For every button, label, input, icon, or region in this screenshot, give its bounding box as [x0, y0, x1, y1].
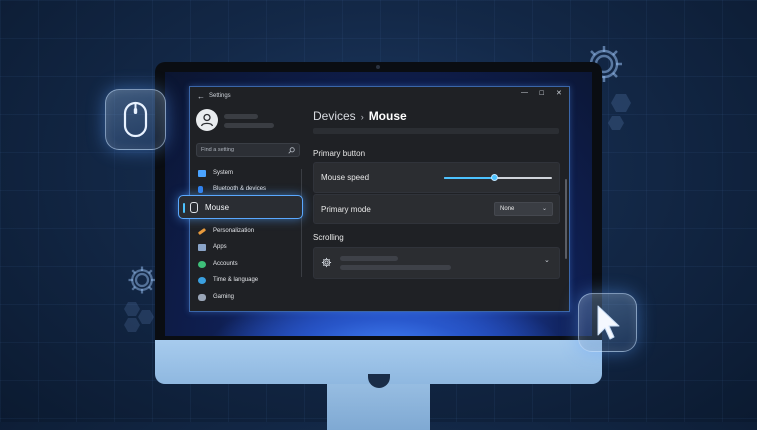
slider-fill [444, 177, 495, 179]
profile-email-placeholder [224, 123, 274, 128]
chevron-down-icon: ⌄ [541, 206, 547, 212]
sidebar-item-label: Accounts [213, 261, 238, 267]
section-title-primary-button: Primary button [313, 149, 366, 158]
apps-icon [198, 243, 206, 251]
monitor-icon [198, 169, 206, 177]
avatar[interactable] [196, 109, 218, 131]
header-strip [313, 128, 559, 134]
dropdown-value: None [500, 206, 515, 212]
maximize-button[interactable]: ☐ [539, 90, 544, 97]
mouse-tile [105, 89, 166, 150]
hexagon-decoration [608, 94, 631, 130]
chevron-down-icon[interactable]: ⌄ [544, 256, 550, 264]
minimize-button[interactable]: — [521, 89, 528, 96]
sidebar-item-apps[interactable]: Apps [198, 241, 227, 253]
breadcrumb: Devices › Mouse [313, 109, 407, 123]
selection-indicator [183, 203, 185, 213]
sidebar-item-gaming[interactable]: Gaming [198, 291, 234, 303]
mouse-icon [190, 202, 198, 213]
sidebar-item-label: Gaming [213, 294, 235, 300]
breadcrumb-parent[interactable]: Devices [313, 109, 356, 123]
profile-name-placeholder [224, 114, 258, 119]
cursor-tile [578, 293, 637, 352]
search-icon [288, 147, 295, 154]
hexagon-decoration [124, 302, 154, 332]
sidebar-item-label: System [213, 170, 234, 176]
gear-icon [321, 257, 332, 268]
controller-icon [198, 293, 206, 301]
mouse-icon [123, 101, 148, 138]
close-button[interactable]: ✕ [556, 89, 562, 97]
sidebar-item-personalization[interactable]: Personalization [197, 225, 255, 237]
sidebar-item-label: Time & language [213, 277, 259, 283]
primary-mode-dropdown[interactable]: None ⌄ [494, 202, 553, 216]
cursor-icon [597, 305, 620, 340]
scrolling-card[interactable]: ⌄ [313, 247, 560, 279]
sidebar-divider [301, 169, 302, 277]
sidebar-item-system[interactable]: System [198, 167, 233, 179]
sidebar-item-accounts[interactable]: Accounts [198, 258, 238, 270]
search-placeholder: Find a setting [201, 147, 235, 153]
primary-mode-card: Primary mode None ⌄ [313, 194, 560, 224]
scrolling-title-placeholder [340, 256, 398, 261]
scrolling-desc-placeholder [340, 265, 451, 270]
window-title: Settings [209, 93, 231, 99]
mouse-speed-label: Mouse speed [321, 173, 370, 182]
back-arrow-icon[interactable]: ← [197, 92, 205, 101]
slider-thumb[interactable] [491, 174, 499, 181]
scrollbar[interactable] [565, 179, 567, 259]
mouse-speed-card: Mouse speed [313, 162, 560, 193]
webcam [376, 65, 380, 69]
bluetooth-icon [198, 185, 203, 193]
primary-mode-label: Primary mode [321, 205, 371, 214]
sidebar-item-time-language[interactable]: Time & language [198, 274, 258, 286]
section-title-scrolling: Scrolling [313, 233, 344, 242]
brush-icon [197, 227, 207, 235]
globe-icon [198, 276, 206, 284]
sidebar-item-label: Personalization [213, 228, 255, 234]
sidebar-item-mouse[interactable]: Mouse [178, 195, 303, 219]
user-icon [200, 113, 214, 127]
sidebar-item-bluetooth-devices[interactable]: Bluetooth & devices [198, 183, 266, 195]
accounts-icon [198, 260, 206, 268]
page-title: Mouse [368, 109, 407, 123]
sidebar-item-label: Mouse [205, 203, 230, 212]
search-input[interactable]: Find a setting [196, 143, 300, 157]
breadcrumb-separator: › [360, 112, 364, 122]
mouse-speed-slider[interactable] [444, 174, 552, 181]
sidebar-item-label: Apps [213, 244, 227, 250]
sidebar-item-label: Bluetooth & devices [213, 186, 267, 192]
title-bar: ← Settings — ☐ ✕ [190, 87, 569, 107]
